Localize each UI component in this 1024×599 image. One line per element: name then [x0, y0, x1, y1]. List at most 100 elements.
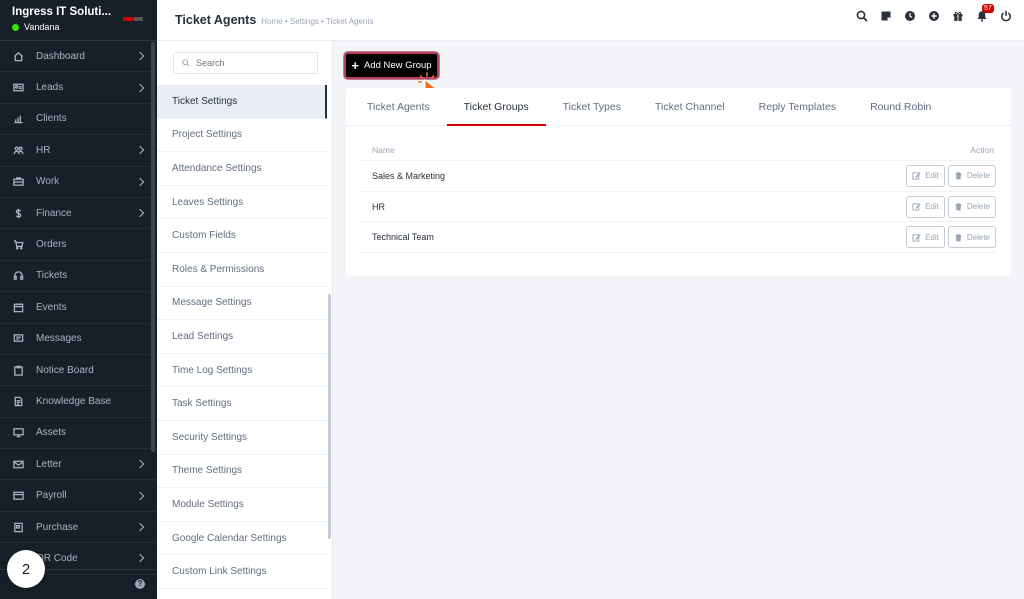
- sidebar-item-knowledge-base[interactable]: Knowledge Base: [0, 386, 157, 418]
- settings-item-task-settings[interactable]: Task Settings: [157, 387, 327, 421]
- sidebar-item-messages[interactable]: Messages: [0, 324, 157, 355]
- tab-round-robin[interactable]: Round Robin: [853, 88, 948, 125]
- trash-icon: [955, 233, 962, 242]
- edit-button[interactable]: Edit: [906, 164, 945, 187]
- sidebar-item-label: Messages: [36, 333, 82, 345]
- plus-icon: +: [351, 58, 359, 73]
- add-circle-icon[interactable]: [928, 10, 940, 22]
- tab-ticket-channel[interactable]: Ticket Channel: [638, 88, 742, 125]
- online-status-dot: [12, 23, 19, 31]
- sidebar-item-label: Purchase: [36, 521, 79, 533]
- sidebar-item-hr[interactable]: HR: [0, 135, 157, 167]
- sidebar-item-label: Letter: [36, 458, 62, 470]
- sidebar-item-clients[interactable]: Clients: [0, 104, 157, 136]
- chevron-right-icon: [135, 522, 145, 532]
- sidebar-item-notice-board[interactable]: Notice Board: [0, 355, 157, 387]
- sidebar-item-label: Assets: [36, 427, 67, 439]
- status-bar-icon: [123, 17, 143, 21]
- sidebar-item-assets[interactable]: Assets: [0, 418, 157, 450]
- trash-icon: [955, 203, 962, 211]
- chevron-right-icon: [135, 491, 145, 500]
- breadcrumb: Home • Settings • Ticket Agents: [261, 16, 374, 26]
- settings-search-input[interactable]: [196, 58, 306, 68]
- settings-item-message-settings[interactable]: Message Settings: [157, 287, 327, 321]
- settings-item-ticket-settings[interactable]: Ticket Settings: [157, 85, 327, 119]
- wallet-icon: [12, 490, 24, 502]
- settings-item-roles-permissions[interactable]: Roles & Permissions: [157, 253, 327, 287]
- settings-tabs: Ticket Agents Ticket Groups Ticket Types Ti…: [346, 88, 1011, 126]
- sidebar-item-events[interactable]: Events: [0, 292, 157, 324]
- delete-button[interactable]: Delete: [947, 195, 996, 218]
- settings-search[interactable]: [173, 52, 318, 74]
- settings-item-custom-link-settings[interactable]: Custom Link Settings: [157, 555, 327, 589]
- search-icon[interactable]: [856, 10, 868, 22]
- settings-item-security-settings[interactable]: Security Settings: [157, 421, 327, 455]
- sidebar-item-purchase[interactable]: Purchase: [0, 512, 157, 544]
- edit-icon: [912, 172, 921, 180]
- sticky-note-icon[interactable]: [880, 10, 892, 22]
- trash-icon: [955, 172, 962, 180]
- settings-item-time-log-settings[interactable]: Time Log Settings: [157, 354, 327, 388]
- row-actions: Edit Delete: [906, 195, 996, 218]
- row-actions: Edit Delete: [906, 226, 996, 249]
- group-name: Technical Team: [372, 232, 434, 243]
- headset-icon: [12, 270, 24, 282]
- header-icons: 57: [856, 4, 1012, 22]
- gift-icon[interactable]: [952, 10, 964, 22]
- settings-item-leaves-settings[interactable]: Leaves Settings: [157, 186, 327, 220]
- settings-item-custom-fields[interactable]: Custom Fields: [157, 219, 327, 253]
- edit-button[interactable]: Edit: [906, 226, 945, 249]
- notification-bell-icon[interactable]: 57: [976, 4, 994, 22]
- settings-item-theme-settings[interactable]: Theme Settings: [157, 455, 327, 489]
- sidebar-item-letter[interactable]: Letter: [0, 449, 157, 481]
- settings-item-module-settings[interactable]: Module Settings: [157, 488, 327, 522]
- sidebar-item-label: Events: [36, 301, 67, 313]
- sidebar-item-leads[interactable]: Leads: [0, 72, 157, 104]
- brand-header[interactable]: Ingress IT Soluti... Vandana: [0, 0, 157, 41]
- sidebar-item-payroll[interactable]: Payroll: [0, 480, 157, 512]
- settings-item-project-settings[interactable]: Project Settings: [157, 119, 327, 153]
- page-title: Ticket Agents: [175, 13, 257, 27]
- table-row: HR Edit Delete: [361, 192, 996, 223]
- settings-item-attendance-settings[interactable]: Attendance Settings: [157, 152, 327, 186]
- bar-chart-icon: [12, 113, 24, 125]
- envelope-icon: [12, 458, 24, 470]
- clock-icon[interactable]: [904, 10, 916, 22]
- tab-reply-templates[interactable]: Reply Templates: [742, 88, 853, 125]
- document-icon: [12, 395, 24, 407]
- house-icon: [12, 50, 24, 62]
- help-icon[interactable]: ?: [135, 579, 145, 589]
- settings-menu-scrollbar[interactable]: [328, 294, 331, 539]
- power-icon[interactable]: [1000, 10, 1012, 22]
- briefcase-icon: [12, 176, 24, 188]
- column-header-action: Action: [970, 145, 994, 155]
- top-header: Ticket Agents Home • Settings • Ticket A…: [157, 0, 1024, 41]
- delete-button[interactable]: Delete: [947, 226, 996, 249]
- settings-item-lead-settings[interactable]: Lead Settings: [157, 320, 327, 354]
- sidebar-item-tickets[interactable]: Tickets: [0, 261, 157, 293]
- row-actions: Edit Delete: [906, 164, 996, 187]
- step-indicator: 2: [7, 550, 45, 588]
- groups-table: Name Action Sales & Marketing Edit Delete H…: [361, 140, 996, 254]
- sidebar: Ingress IT Soluti... Vandana Dashboard Le…: [0, 0, 157, 599]
- table-header: Name Action: [361, 140, 996, 161]
- purchase-icon: [12, 521, 24, 533]
- chevron-right-icon: [135, 146, 145, 155]
- tab-ticket-types[interactable]: Ticket Types: [546, 88, 638, 125]
- notification-badge: 57: [982, 4, 994, 13]
- sidebar-item-dashboard[interactable]: Dashboard: [0, 41, 157, 73]
- tab-ticket-groups[interactable]: Ticket Groups: [446, 88, 546, 126]
- settings-item-google-calendar-settings[interactable]: Google Calendar Settings: [157, 522, 327, 556]
- sidebar-item-orders[interactable]: Orders: [0, 229, 157, 261]
- sidebar-item-work[interactable]: Work: [0, 167, 157, 198]
- delete-button[interactable]: Delete: [947, 164, 996, 187]
- sidebar-scrollbar[interactable]: [151, 42, 155, 452]
- sidebar-item-finance[interactable]: Finance: [0, 198, 157, 230]
- edit-button[interactable]: Edit: [906, 195, 945, 218]
- sidebar-item-label: Clients: [36, 113, 67, 125]
- monitor-icon: [12, 427, 24, 439]
- sidebar-item-label: Dashboard: [36, 50, 85, 62]
- sidebar-item-label: Tickets: [36, 270, 68, 282]
- tab-ticket-agents[interactable]: Ticket Agents: [350, 88, 447, 125]
- settings-menu-list: Ticket Settings Project Settings Attendanc…: [157, 85, 327, 589]
